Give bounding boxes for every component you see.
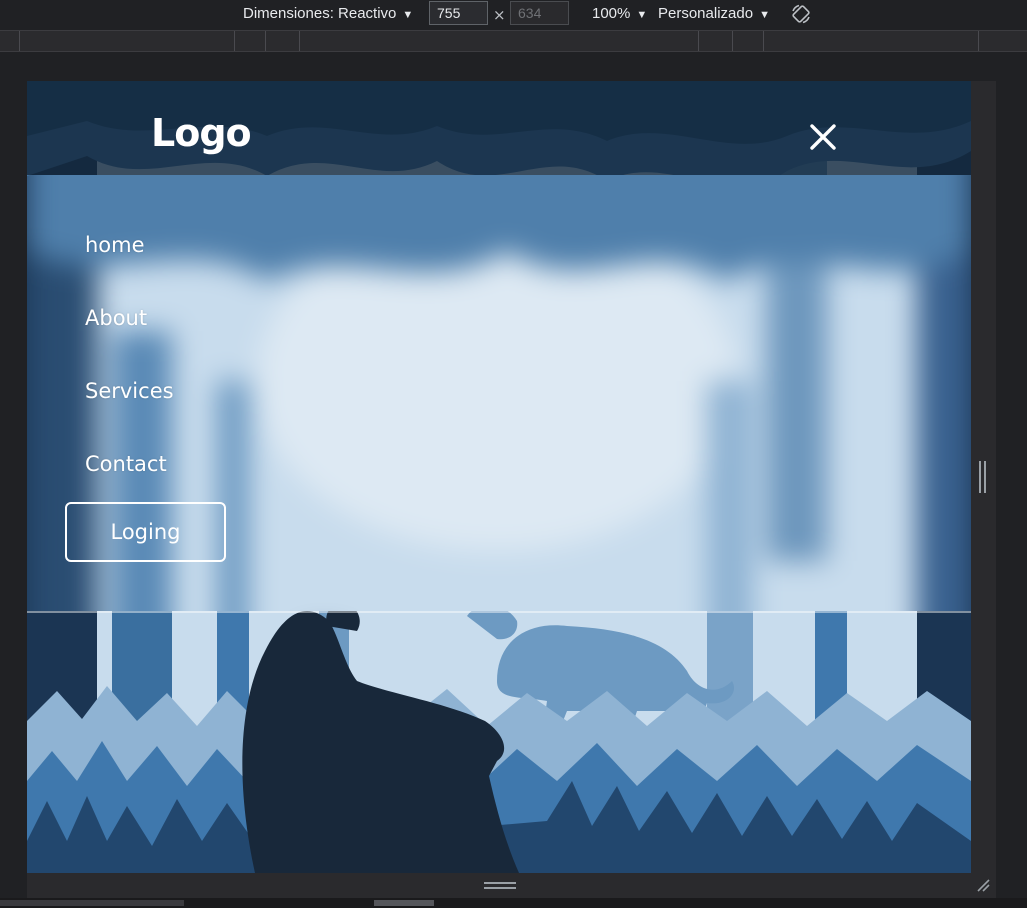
height-input[interactable]: 634 — [510, 1, 569, 25]
nav-item-home[interactable]: home — [85, 233, 145, 257]
ruler-tick — [234, 31, 235, 51]
chevron-down-icon: ▼ — [402, 9, 414, 21]
throttle-label: Personalizado — [658, 5, 754, 22]
chevron-down-icon: ▼ — [759, 9, 770, 21]
login-button[interactable]: Loging — [65, 502, 226, 562]
devtools-bottom-bar — [0, 898, 1027, 908]
media-query-ruler[interactable] — [0, 30, 1027, 52]
mobile-menu-panel: home About Services Contact Loging — [27, 175, 971, 613]
ruler-tick — [763, 31, 764, 51]
ruler-tick — [299, 31, 300, 51]
width-input[interactable]: 755 — [429, 1, 488, 25]
times-icon: × — [493, 6, 506, 24]
site-header: Logo — [27, 81, 971, 175]
ruler-tick — [265, 31, 266, 51]
zoom-dropdown[interactable]: 100% ▼ — [592, 5, 647, 22]
rotate-icon[interactable] — [790, 3, 812, 25]
ruler-tick — [698, 31, 699, 51]
resize-grip-icon[interactable] — [975, 877, 991, 893]
dimensions-dropdown[interactable]: Dimensiones: Reactivo ▼ — [243, 5, 413, 22]
device-toolbar: Dimensiones: Reactivo ▼ 755 × 634 100% ▼ P… — [0, 0, 1027, 30]
nav-item-contact[interactable]: Contact — [85, 452, 167, 476]
nav-item-services[interactable]: Services — [85, 379, 174, 403]
chevron-down-icon: ▼ — [636, 9, 648, 21]
ruler-tick — [978, 31, 979, 51]
resize-handle-right[interactable] — [979, 461, 987, 493]
nav-item-about[interactable]: About — [85, 306, 147, 330]
dimensions-label: Dimensiones: Reactivo — [243, 5, 397, 22]
site-logo[interactable]: Logo — [151, 111, 252, 155]
throttle-dropdown[interactable]: Personalizado ▼ — [658, 5, 770, 22]
resize-handle-bottom[interactable] — [484, 882, 516, 890]
ruler-tick — [732, 31, 733, 51]
emulated-viewport: Logo home About Services Contact Loging — [27, 81, 971, 873]
ruler-tick — [19, 31, 20, 51]
close-icon[interactable] — [807, 121, 839, 153]
zoom-label: 100% — [592, 5, 631, 22]
